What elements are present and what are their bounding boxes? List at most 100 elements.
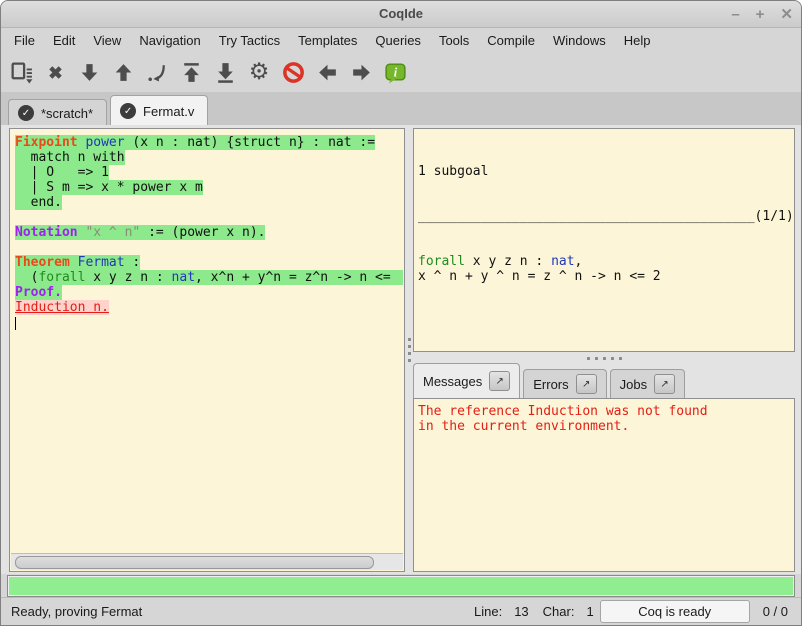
code-line: (forall x y z n : nat, x^n + y^n = z^n -… xyxy=(15,270,403,285)
arrow-right-icon xyxy=(349,60,374,85)
tab-label: Fermat.v xyxy=(143,104,194,119)
goal-line: forall x y z n : nat, xyxy=(418,254,794,269)
backward-step-button[interactable] xyxy=(106,55,140,89)
coqide-window: CoqIde – + ✕ FileEditViewNavigationTry Tac… xyxy=(0,0,802,626)
tab-errors[interactable]: Errors ↗ xyxy=(523,369,606,398)
char-value: 1 xyxy=(586,604,593,619)
menu-compile[interactable]: Compile xyxy=(478,30,544,51)
code-line xyxy=(15,240,403,255)
maximize-button[interactable]: + xyxy=(756,7,765,22)
editor-code[interactable]: Fixpoint power (x n : nat) {struct n} : … xyxy=(11,130,403,553)
previous-button[interactable] xyxy=(310,55,344,89)
forward-step-button[interactable] xyxy=(72,55,106,89)
tab-label: *scratch* xyxy=(41,106,93,121)
close-x-icon xyxy=(43,60,68,85)
status-bar: Ready, proving Fermat Line: 13 Char: 1 C… xyxy=(1,597,801,625)
goal-index: (1/1) xyxy=(755,209,794,224)
title-bar[interactable]: CoqIde – + ✕ xyxy=(1,1,801,28)
message-tab-bar: Messages ↗ Errors ↗ Jobs ↗ xyxy=(413,364,795,398)
char-label: Char: xyxy=(543,604,575,619)
code-line: Theorem Fermat : xyxy=(15,255,403,270)
scrollbar-thumb[interactable] xyxy=(15,556,374,569)
right-column: 1 subgoal ______________________________… xyxy=(413,128,795,572)
check-icon: ✓ xyxy=(120,103,136,119)
preferences-button[interactable]: ⚙ xyxy=(242,55,276,89)
interrupt-button[interactable] xyxy=(276,55,310,89)
window-title: CoqIde xyxy=(379,6,423,21)
menu-windows[interactable]: Windows xyxy=(544,30,615,51)
restart-button[interactable] xyxy=(174,55,208,89)
gear-icon: ⚙ xyxy=(249,61,270,84)
progress-fill xyxy=(9,577,793,595)
window-controls: – + ✕ xyxy=(731,1,793,27)
progress-bar xyxy=(7,575,795,597)
code-line: Fixpoint power (x n : nat) {struct n} : … xyxy=(15,135,403,150)
arrow-up-icon xyxy=(111,60,136,85)
line-value: 13 xyxy=(514,604,528,619)
text-cursor xyxy=(15,317,16,330)
fully-check-button[interactable] xyxy=(4,55,38,89)
arrow-up-bar-icon xyxy=(179,60,204,85)
task-counter: 0 / 0 xyxy=(763,604,788,619)
messages-pane[interactable]: The reference Induction was not found in… xyxy=(413,398,795,572)
code-line xyxy=(15,315,403,330)
menu-edit[interactable]: Edit xyxy=(44,30,84,51)
subgoal-count: 1 subgoal xyxy=(418,164,794,179)
go-to-cursor-button[interactable] xyxy=(140,55,174,89)
line-label: Line: xyxy=(474,604,502,619)
tab-label: Errors xyxy=(533,377,568,392)
code-line: end. xyxy=(15,195,403,210)
detach-messages-button[interactable]: ↗ xyxy=(489,371,510,391)
minimize-button[interactable]: – xyxy=(731,7,739,22)
toolbar: ⚙i xyxy=(1,52,801,92)
tab-fermat-v[interactable]: ✓ Fermat.v xyxy=(110,95,208,126)
tab-label: Jobs xyxy=(620,377,647,392)
coq-status: Coq is ready xyxy=(600,600,750,623)
arrow-down-bar-icon xyxy=(213,60,238,85)
svg-text:i: i xyxy=(393,65,397,79)
document-down-icon xyxy=(9,60,34,85)
tab-scratch[interactable]: ✓ *scratch* xyxy=(8,99,107,126)
about-button[interactable]: i xyxy=(378,55,412,89)
goal-separator: ________________________________________… xyxy=(418,209,794,224)
menu-bar: FileEditViewNavigationTry TacticsTemplat… xyxy=(1,28,801,52)
goto-cursor-icon xyxy=(145,60,170,85)
go-to-end-button[interactable] xyxy=(208,55,242,89)
stop-icon xyxy=(281,60,306,85)
next-button[interactable] xyxy=(344,55,378,89)
script-pane[interactable]: Fixpoint power (x n : nat) {struct n} : … xyxy=(9,128,405,572)
goal-line: x ^ n + y ^ n = z ^ n -> n <= 2 xyxy=(418,269,794,284)
close-buffer-button[interactable] xyxy=(38,55,72,89)
detach-errors-button[interactable]: ↗ xyxy=(576,374,597,394)
code-line: Induction n. xyxy=(15,300,403,315)
tab-bar: ✓ *scratch* ✓ Fermat.v xyxy=(1,92,801,127)
menu-queries[interactable]: Queries xyxy=(366,30,430,51)
code-line: Proof. xyxy=(15,285,403,300)
check-icon: ✓ xyxy=(18,105,34,121)
main-area: Fixpoint power (x n : nat) {struct n} : … xyxy=(1,125,801,574)
tab-messages[interactable]: Messages ↗ xyxy=(413,363,520,398)
code-line xyxy=(15,210,403,225)
menu-templates[interactable]: Templates xyxy=(289,30,366,51)
code-line: match n with xyxy=(15,150,403,165)
menu-view[interactable]: View xyxy=(84,30,130,51)
info-bubble-icon: i xyxy=(383,60,408,85)
tab-label: Messages xyxy=(423,374,482,389)
menu-tools[interactable]: Tools xyxy=(430,30,478,51)
vertical-splitter[interactable] xyxy=(405,125,413,574)
status-message: Ready, proving Fermat xyxy=(11,604,460,619)
menu-help[interactable]: Help xyxy=(615,30,660,51)
arrow-left-icon xyxy=(315,60,340,85)
close-button[interactable]: ✕ xyxy=(780,7,793,22)
horizontal-scrollbar[interactable] xyxy=(11,553,403,570)
code-line: | O => 1 xyxy=(15,165,403,180)
goal-pane[interactable]: 1 subgoal ______________________________… xyxy=(413,128,795,352)
menu-try-tactics[interactable]: Try Tactics xyxy=(210,30,289,51)
separator-line: ________________________________________… xyxy=(418,209,755,224)
menu-navigation[interactable]: Navigation xyxy=(130,30,209,51)
code-line: Notation "x ^ n" := (power x n). xyxy=(15,225,403,240)
menu-file[interactable]: File xyxy=(5,30,44,51)
tab-jobs[interactable]: Jobs ↗ xyxy=(610,369,685,398)
detach-jobs-button[interactable]: ↗ xyxy=(654,374,675,394)
goal-lines: forall x y z n : nat,x ^ n + y ^ n = z ^… xyxy=(418,254,794,284)
